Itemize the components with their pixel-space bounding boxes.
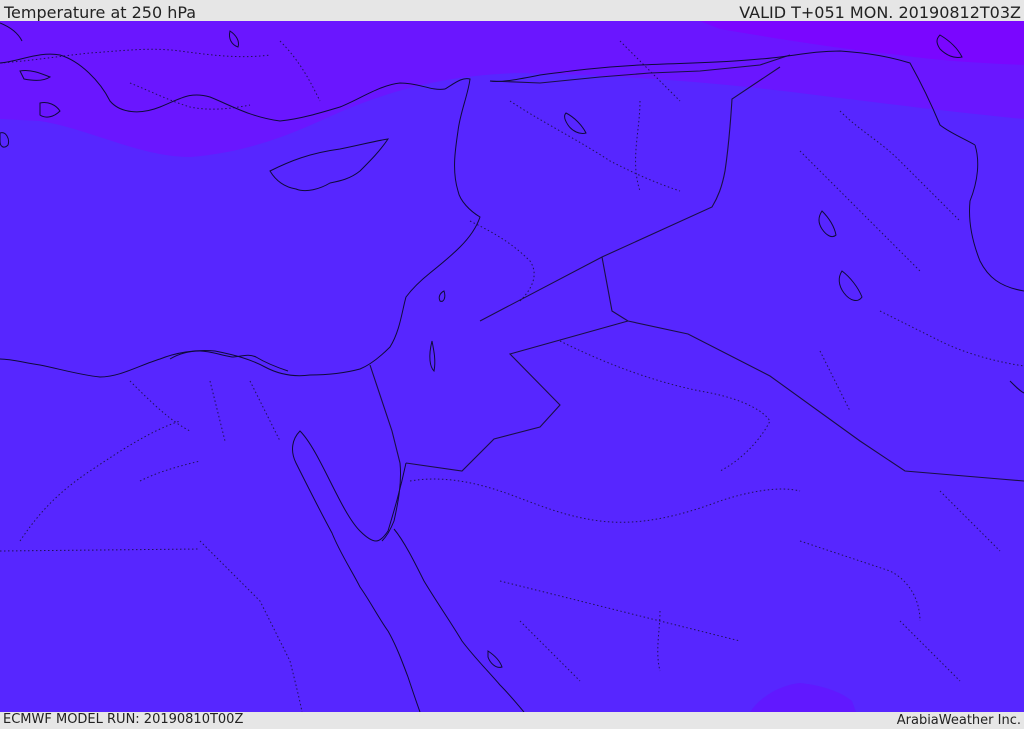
map-title: Temperature at 250 hPa — [4, 3, 197, 22]
footer-bar: ECMWF MODEL RUN: 20190810T00Z ArabiaWeat… — [0, 712, 1024, 729]
header-bar: Temperature at 250 hPa VALID T+051 MON. … — [0, 0, 1024, 22]
temperature-map — [0, 21, 1024, 712]
valid-time: VALID T+051 MON. 20190812T03Z — [739, 3, 1021, 22]
model-run-label: ECMWF MODEL RUN: 20190810T00Z — [3, 712, 244, 727]
credit-label: ArabiaWeather Inc. — [896, 713, 1021, 728]
